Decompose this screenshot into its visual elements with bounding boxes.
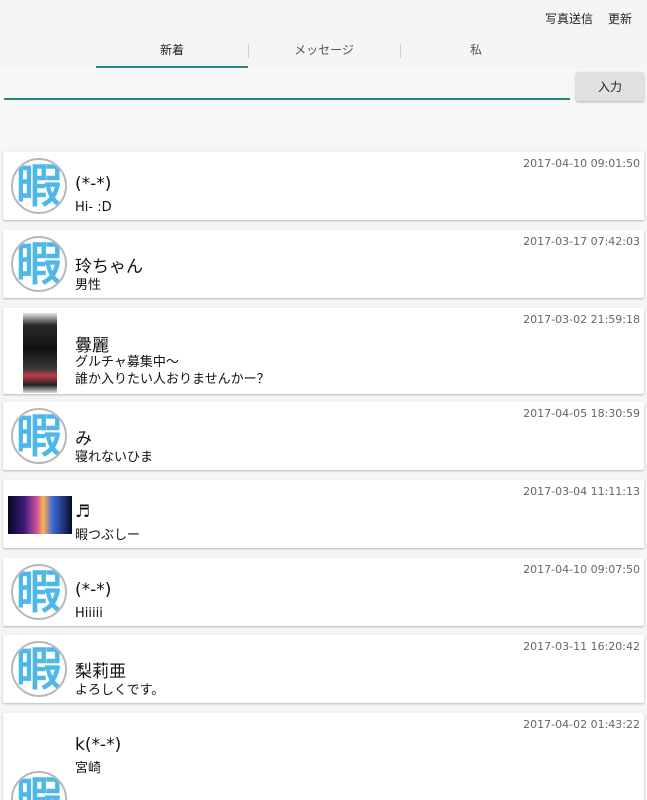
- tab-me[interactable]: 私: [400, 34, 552, 68]
- post-message: 暇つぶしー: [75, 528, 141, 543]
- post-message: グルチャ募集中〜 誰か入りたい人おりませんかー？: [75, 355, 270, 387]
- default-avatar-icon: 暇: [11, 564, 67, 620]
- post-timestamp: 2017-04-10 09:07:50: [523, 563, 640, 576]
- post-author: k(*-*): [75, 735, 122, 755]
- post-message: 寝れないひま: [75, 450, 154, 465]
- tab-new[interactable]: 新着: [96, 34, 248, 68]
- post-card[interactable]: 暇 (*-*) Hiiiii 2017-04-10 09:07:50: [3, 558, 644, 626]
- post-author: (*-*): [75, 580, 112, 600]
- avatar-glyph: 暇: [16, 642, 62, 696]
- post-timestamp: 2017-03-17 07:42:03: [523, 235, 640, 248]
- avatar-glyph: 暇: [16, 772, 62, 800]
- post-message: 宮崎: [75, 761, 102, 776]
- tab-bar: 新着 メッセージ 私: [0, 34, 647, 68]
- top-action-bar: 写真送信 更新: [0, 0, 647, 34]
- post-card[interactable]: 暇 玲ちゃん 男性 2017-03-17 07:42:03: [3, 230, 644, 298]
- send-photo-button[interactable]: 写真送信: [545, 10, 593, 27]
- submit-button[interactable]: 入力: [576, 72, 644, 101]
- avatar-glyph: 暇: [16, 565, 62, 619]
- refresh-button[interactable]: 更新: [608, 10, 632, 27]
- post-card[interactable]: 暇 み 寝れないひま 2017-04-05 18:30:59: [3, 402, 644, 470]
- post-card[interactable]: ♬ 暇つぶしー 2017-03-04 11:11:13: [3, 480, 644, 548]
- default-avatar-icon: 暇: [11, 641, 67, 697]
- default-avatar-icon: 暇: [11, 158, 67, 214]
- post-message: 男性: [75, 278, 102, 293]
- avatar-glyph: 暇: [16, 409, 62, 463]
- tab-messages[interactable]: メッセージ: [248, 34, 400, 68]
- post-message: Hi- :D: [75, 200, 112, 215]
- post-timestamp: 2017-04-05 18:30:59: [523, 407, 640, 420]
- post-card[interactable]: 暇 (*-*) Hi- :D 2017-04-10 09:01:50: [3, 152, 644, 220]
- post-timestamp: 2017-03-04 11:11:13: [523, 485, 640, 498]
- post-author: ♬: [75, 502, 91, 522]
- user-photo-icon: [8, 496, 72, 534]
- avatar-glyph: 暇: [16, 237, 62, 291]
- post-card[interactable]: 暇 k(*-*) 宮崎 2017-04-02 01:43:22: [3, 713, 644, 800]
- post-message: よろしくです。: [75, 683, 165, 698]
- post-timestamp: 2017-03-02 21:59:18: [523, 313, 640, 326]
- post-card[interactable]: 暇 梨莉亜 よろしくです。 2017-03-11 16:20:42: [3, 635, 644, 703]
- post-message: Hiiiii: [75, 606, 103, 621]
- avatar-glyph: 暇: [16, 159, 62, 213]
- post-author: 梨莉亜: [75, 662, 126, 682]
- post-author: 玲ちゃん: [75, 257, 143, 277]
- message-input[interactable]: [4, 72, 570, 100]
- default-avatar-icon: 暇: [11, 408, 67, 464]
- default-avatar-icon: 暇: [11, 236, 67, 292]
- post-card[interactable]: 釁麗 グルチャ募集中〜 誰か入りたい人おりませんかー？ 2017-03-02 2…: [3, 308, 644, 394]
- post-author: 釁麗: [75, 336, 109, 356]
- post-author: み: [75, 429, 92, 449]
- default-avatar-icon: 暇: [11, 771, 67, 800]
- user-photo-icon: [23, 313, 57, 393]
- post-timestamp: 2017-04-02 01:43:22: [523, 718, 640, 731]
- post-timestamp: 2017-04-10 09:01:50: [523, 157, 640, 170]
- post-timestamp: 2017-03-11 16:20:42: [523, 640, 640, 653]
- post-author: (*-*): [75, 174, 112, 194]
